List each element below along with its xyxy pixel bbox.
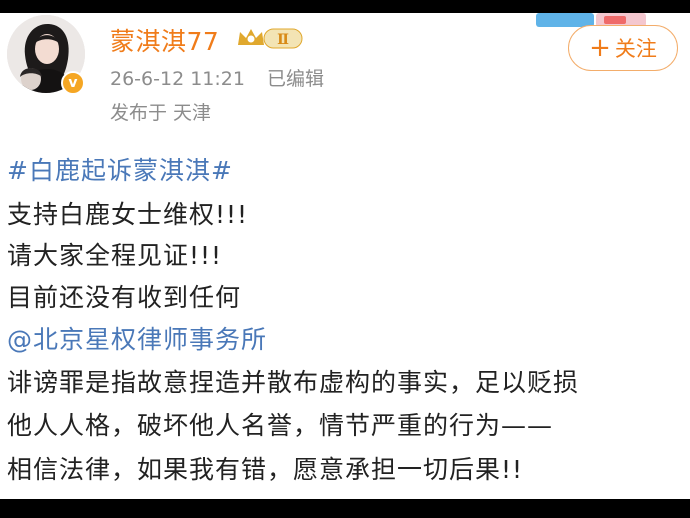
post-text-line: 请大家全程见证!!! bbox=[7, 241, 223, 270]
plus-icon: + bbox=[589, 33, 611, 63]
post-timestamp: 26-6-12 11:21 bbox=[110, 68, 245, 90]
post-text-line: 支持白鹿女士维权!!! bbox=[7, 200, 249, 229]
verified-badge-icon: v bbox=[61, 71, 85, 95]
location-prefix: 发布于 bbox=[110, 102, 168, 124]
edited-label[interactable]: 已编辑 bbox=[267, 68, 324, 90]
hashtag-link[interactable]: #白鹿起诉蒙淇淇# bbox=[7, 151, 233, 187]
level-number: Ⅱ bbox=[277, 32, 289, 48]
level-crown-badge-icon[interactable]: Ⅱ bbox=[236, 26, 304, 51]
post-text-line: 目前还没有收到任何 bbox=[7, 283, 242, 312]
post-location: 发布于 天津 bbox=[110, 98, 211, 125]
post-text-line: 诽谤罪是指故意捏造并散布虚构的事实，足以贬损 bbox=[7, 368, 580, 397]
weibo-post-card: v 蒙淇淇77 Ⅱ 26-6-12 11:21 已编辑 发布于 天津 + 关注 #白… bbox=[0, 13, 690, 499]
author-name[interactable]: 蒙淇淇77 bbox=[110, 22, 219, 58]
verified-mark: v bbox=[68, 75, 78, 91]
post-text-line: 他人人格，破坏他人名誉，情节严重的行为—— bbox=[7, 411, 554, 440]
post-text-line: 相信法律，如果我有错，愿意承担一切后果!! bbox=[7, 455, 524, 484]
location-city: 天津 bbox=[173, 102, 212, 124]
mention-link[interactable]: @北京星权律师事务所 bbox=[7, 320, 267, 356]
follow-button[interactable]: + 关注 bbox=[568, 25, 678, 71]
follow-label: 关注 bbox=[614, 37, 657, 61]
post-meta: 26-6-12 11:21 已编辑 bbox=[110, 64, 324, 91]
